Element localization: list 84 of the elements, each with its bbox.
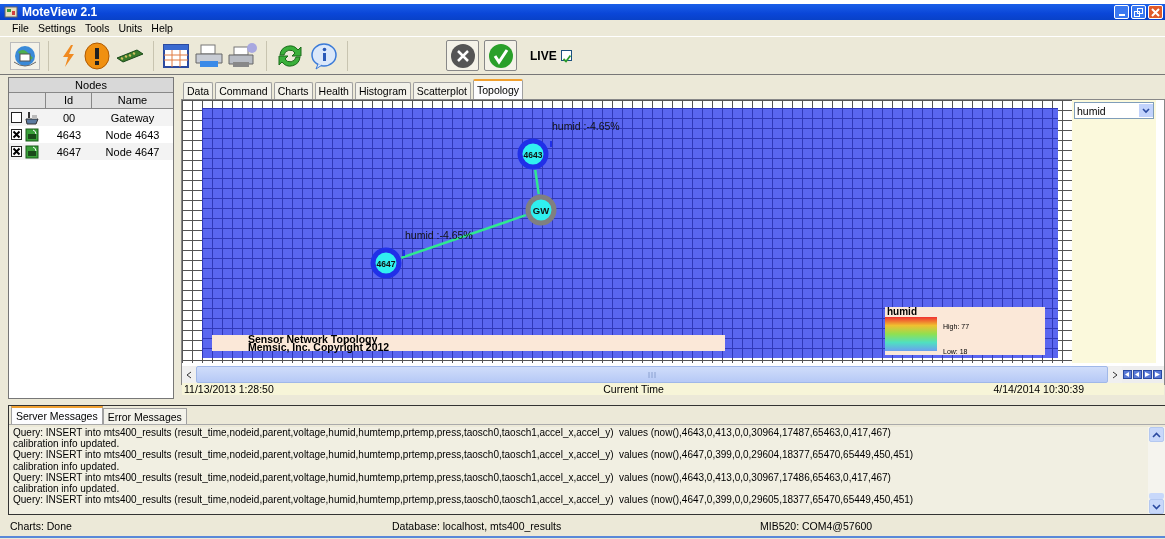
menu-item[interactable]: File <box>12 22 29 34</box>
globe-icon[interactable] <box>10 41 40 70</box>
log-line: Query: INSERT into mts400_results (result_time,nodeid,parent,voltage,humid,humtemp,prtemp,press,taosch0,taosch1,accel_x,accel_y) values (now(),4643,0,413,0,0,30964,17487,65463,0,417,467) <box>13 427 892 439</box>
live-label: LIVE <box>530 48 557 63</box>
chevron-up-icon <box>1152 431 1161 438</box>
stop-button[interactable] <box>446 40 479 71</box>
menu-item[interactable]: Settings <box>37 22 76 34</box>
grip-icon <box>648 371 656 378</box>
tab[interactable]: Topology <box>473 79 523 99</box>
restore-button[interactable] <box>1131 5 1146 19</box>
table-cell-text: 00 <box>61 111 77 124</box>
tab[interactable]: Scatterplot <box>412 82 471 99</box>
sensor-dropdown[interactable]: humid <box>1074 102 1154 119</box>
status-text: MIB520: COM4@57600 <box>760 519 873 532</box>
node-checkbox[interactable] <box>11 129 22 140</box>
node-marker[interactable]: 4643 <box>517 138 549 170</box>
chevron-right-icon <box>1112 370 1118 379</box>
log-line: Query: INSERT into mts400_results (result_time,nodeid,parent,voltage,humid,humtemp,prtemp,press,taosch0,taosch1,accel_x,accel_y) values (now(),4647,0,399,0,0,29604,18377,65470,65449,450,451) <box>13 449 915 461</box>
window-title: MoteView 2.1 <box>22 5 99 19</box>
app-icon <box>4 6 18 18</box>
tab[interactable]: Health <box>314 82 353 99</box>
minimize-button[interactable] <box>1114 5 1129 19</box>
node-marker[interactable]: 4647 <box>370 247 402 279</box>
node-marker[interactable]: GW <box>525 194 557 226</box>
close-button[interactable] <box>1148 5 1163 19</box>
node-reading: humid :-4.65% <box>552 120 620 132</box>
tab[interactable]: Charts <box>273 82 313 99</box>
log-line: calibration info updated. <box>13 483 120 495</box>
next-button[interactable] <box>1143 370 1152 379</box>
minimize-icon <box>1118 13 1125 16</box>
scroll-up-button[interactable] <box>1149 427 1164 442</box>
column-header: Id <box>45 93 91 108</box>
banner-text: Sensor Network Topology <box>248 335 378 343</box>
close-icon <box>1151 7 1160 17</box>
dropdown-value: humid <box>1077 104 1106 117</box>
panel-header: Nodes <box>9 78 173 93</box>
table-cell-text: Gateway <box>109 111 156 124</box>
start-time: 11/13/2013 1:28:50 <box>184 383 274 395</box>
log-line: calibration info updated. <box>13 438 120 450</box>
previous-button[interactable] <box>1133 370 1142 379</box>
color-scale <box>885 317 937 351</box>
banner-text: Memsic, Inc. Copyright 2012 <box>248 343 391 351</box>
restore-icon <box>1134 7 1143 17</box>
status-text: Database: localhost, mts400_results <box>392 519 563 532</box>
table-icon[interactable] <box>162 41 190 70</box>
log-line: calibration info updated. <box>13 460 121 472</box>
current-time-label: Current Time <box>603 383 664 395</box>
gateway-icon <box>25 110 39 125</box>
end-time: 4/14/2014 10:30:39 <box>993 383 1084 395</box>
table-cell-text: 4647 <box>55 145 83 158</box>
node-checkbox[interactable] <box>11 112 22 123</box>
log-line: Query: INSERT into mts400_results (result_time,nodeid,parent,voltage,humid,humtemp,prtemp,press,taosch0,taosch1,accel_x,accel_y) values (now(),4643,0,413,0,0,30967,17486,65463,0,417,467) <box>13 471 892 483</box>
column-header: Name <box>91 93 173 108</box>
tab[interactable]: Server Messages <box>11 406 103 424</box>
warning-icon[interactable] <box>83 41 111 70</box>
tab[interactable]: Data <box>183 82 214 99</box>
info-icon[interactable] <box>309 41 339 70</box>
node-reading: humid :-4.65% <box>405 229 473 241</box>
tab[interactable]: Histogram <box>354 82 411 99</box>
node-checkbox[interactable] <box>11 146 22 157</box>
legend-title: humid <box>886 307 918 317</box>
table-cell-text: 4643 <box>55 128 83 141</box>
chevron-down-icon <box>1152 503 1161 510</box>
table-cell-text: Node 4647 <box>104 145 161 158</box>
printer-settings-icon[interactable] <box>228 41 258 70</box>
tab[interactable]: Command <box>215 82 272 99</box>
link-line <box>534 169 540 195</box>
last-button[interactable] <box>1153 370 1162 379</box>
first-button[interactable] <box>1123 370 1132 379</box>
status-text: Charts: Done <box>10 519 73 532</box>
start-button[interactable] <box>484 40 517 71</box>
tab[interactable]: Error Messages <box>102 408 187 424</box>
printer-icon[interactable] <box>194 41 224 70</box>
scrollbar-thumb[interactable] <box>1149 493 1164 499</box>
menu-item[interactable]: Help <box>151 22 173 34</box>
scrollbar-thumb[interactable] <box>196 366 1108 383</box>
table-cell-text: Node 4643 <box>104 128 161 141</box>
chevron-left-icon <box>186 370 192 379</box>
log-line: Query: INSERT into mts400_results (result_time,nodeid,parent,voltage,humid,humtemp,prtemp,press,taosch0,taosch1,accel_x,accel_y) values (now(),4647,0,399,0,0,29605,18377,65470,65449,450,451) <box>13 494 915 506</box>
live-checkbox[interactable] <box>560 50 572 61</box>
menu-item[interactable]: Units <box>118 22 143 34</box>
chevron-down-icon <box>1142 107 1150 114</box>
menu-item[interactable]: Tools <box>84 22 110 34</box>
scroll-down-button[interactable] <box>1149 499 1164 514</box>
